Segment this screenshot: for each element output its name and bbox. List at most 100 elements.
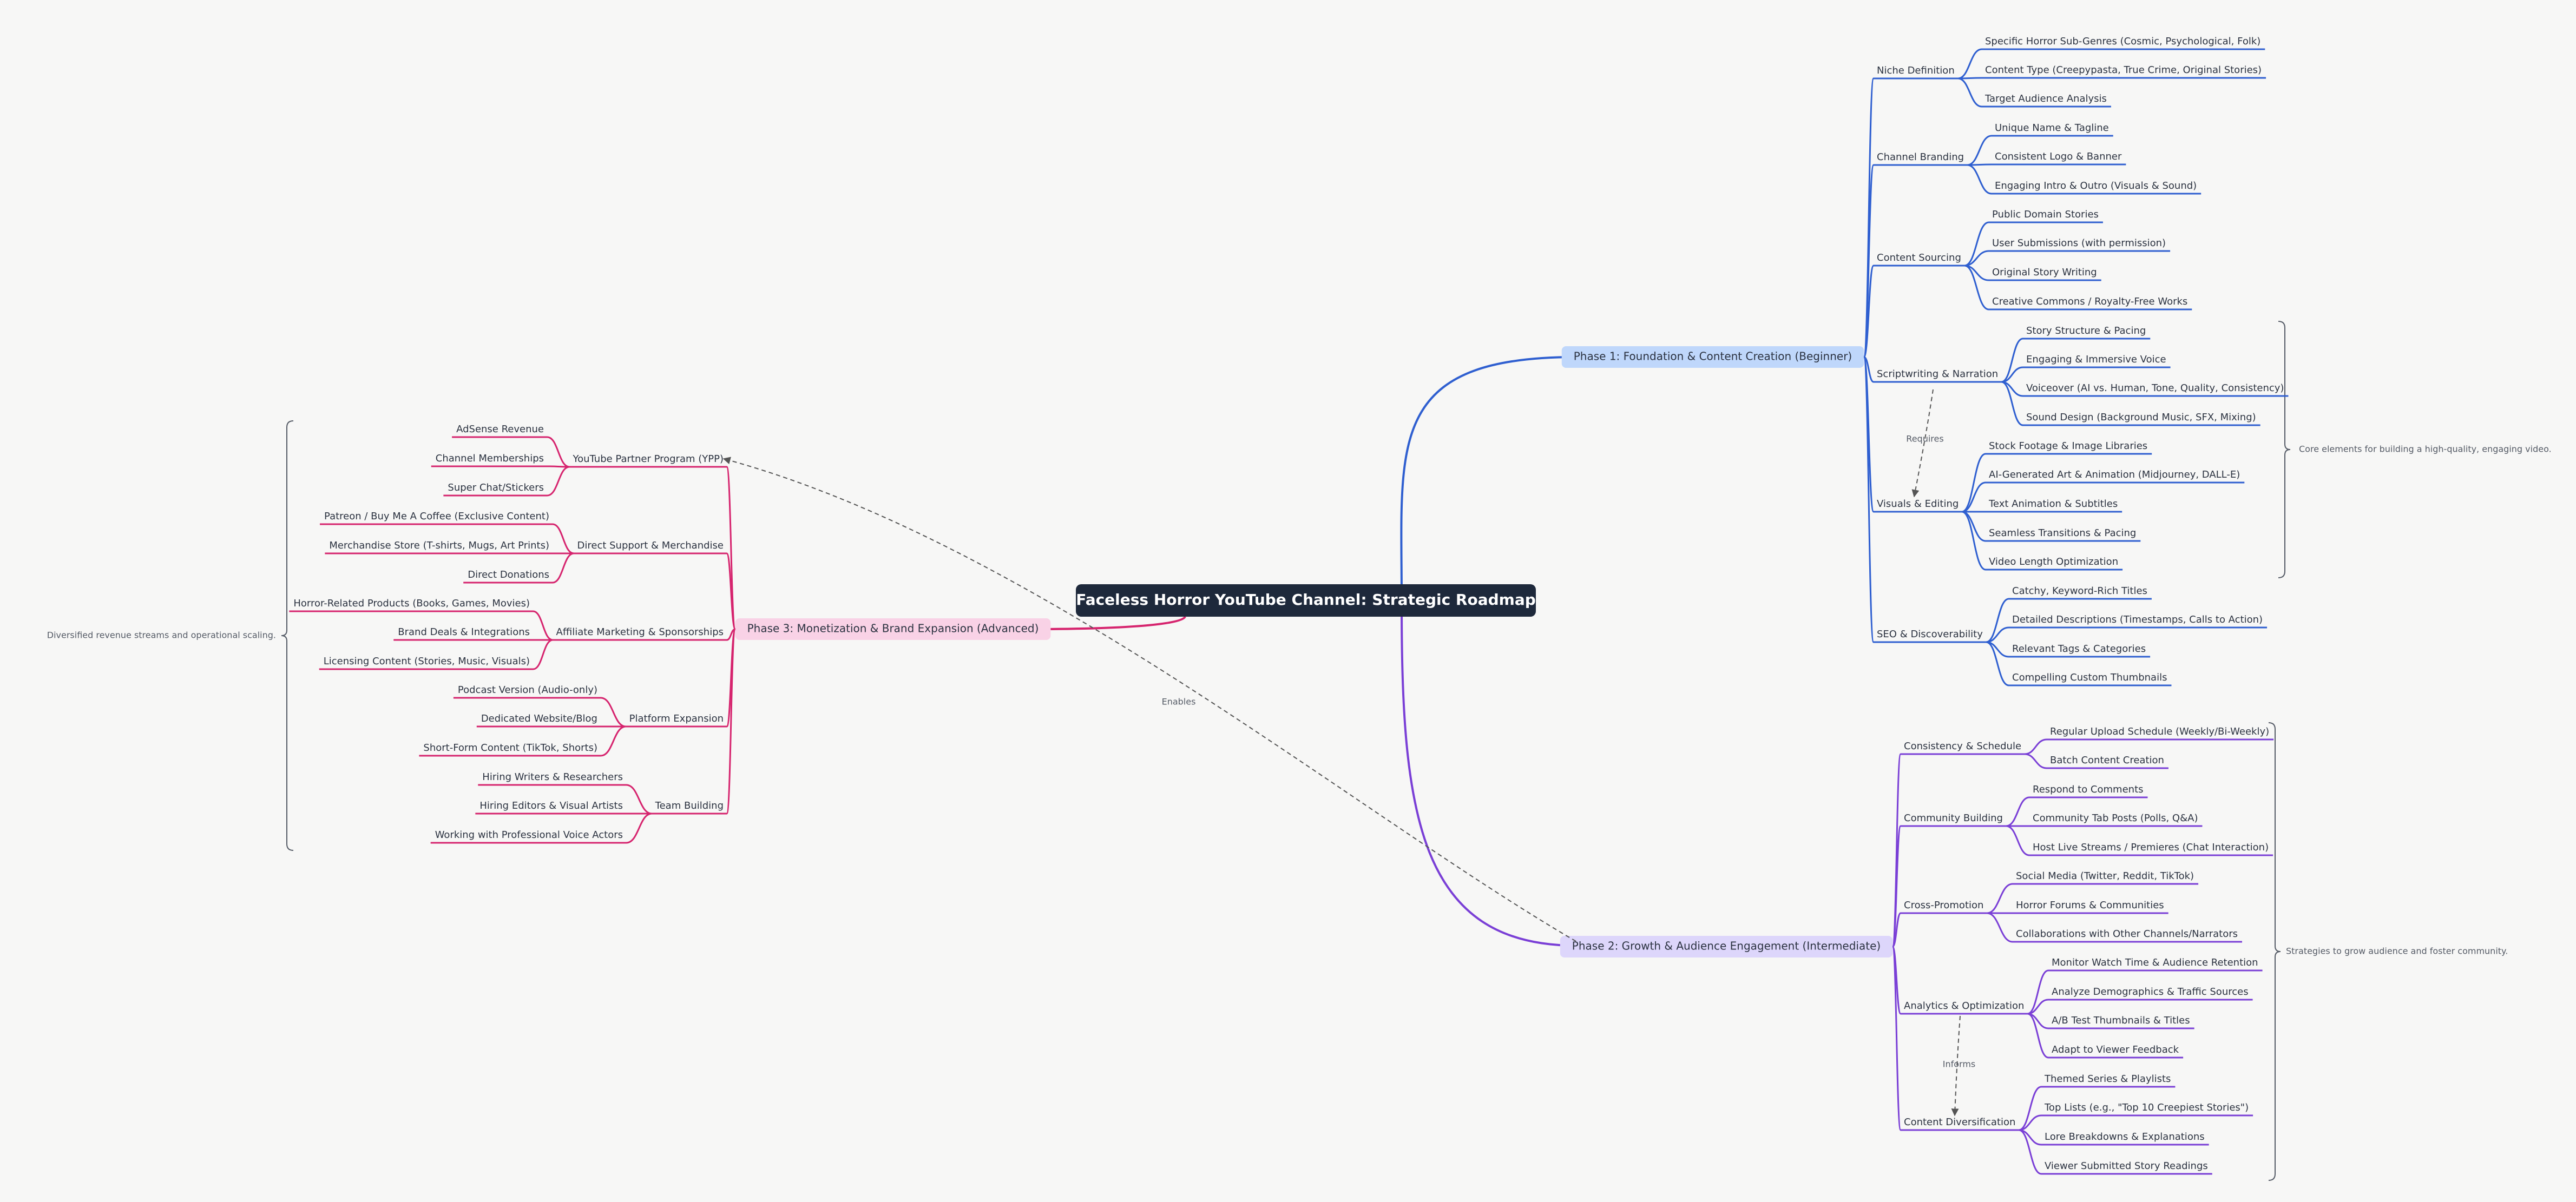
phase3-leaf-link: [533, 610, 553, 641]
phase1-branch-content-sourcing[interactable]: Content Sourcing: [1877, 252, 1961, 263]
phase2-leaf-link: [2024, 753, 2047, 769]
phase3-leaf-item[interactable]: AdSense Revenue: [456, 424, 544, 435]
phase3-branch-affiliate-marketing-sponsorships[interactable]: Affiliate Marketing & Sponsorships: [556, 626, 724, 638]
phase2-leaf-item[interactable]: Community Tab Posts (Polls, Q&A): [2033, 813, 2198, 824]
phase1-leaf-item[interactable]: AI-Generated Art & Animation (Midjourney…: [1989, 469, 2240, 480]
phase1-leaf-item[interactable]: Story Structure & Pacing: [2026, 325, 2146, 336]
phase1-branch-channel-branding[interactable]: Channel Branding: [1877, 151, 1964, 163]
phase3-leaf-item[interactable]: Short-Form Content (TikTok, Shorts): [423, 742, 597, 754]
phase3-leaf-item[interactable]: Hiring Editors & Visual Artists: [479, 800, 623, 811]
phase1-leaf-item[interactable]: Catchy, Keyword-Rich Titles: [2012, 585, 2147, 597]
phase2-leaf-item[interactable]: Social Media (Twitter, Reddit, TikTok): [2016, 870, 2194, 882]
phase2-leaf-item[interactable]: Viewer Submitted Story Readings: [2045, 1160, 2208, 1172]
phase3-leaf-link: [547, 466, 570, 497]
root-title[interactable]: Faceless Horror YouTube Channel: Strateg…: [1076, 591, 1536, 609]
phase3-leaf-item[interactable]: Podcast Version (Audio-only): [458, 684, 597, 696]
phase1-leaf-item[interactable]: Target Audience Analysis: [1984, 93, 2107, 104]
phase2-leaf-link: [1987, 912, 2013, 943]
phase1-leaf-item[interactable]: Specific Horror Sub-Genres (Cosmic, Psyc…: [1985, 36, 2260, 47]
phase2-leaf-item[interactable]: Top Lists (e.g., "Top 10 Creepiest Stori…: [2044, 1102, 2249, 1113]
root-to-phase3-link: [1030, 616, 1186, 630]
phase1-leaf-item[interactable]: Text Animation & Subtitles: [1988, 498, 2118, 510]
phase3-leaf-link: [552, 552, 574, 584]
phase1-leaf-item[interactable]: Video Length Optimization: [1989, 556, 2118, 567]
phase2-leaf-item[interactable]: Respond to Comments: [2033, 784, 2144, 795]
phase2-leaf-link: [1987, 883, 2013, 914]
phase2-node[interactable]: Phase 2: Growth & Audience Engagement (I…: [1560, 936, 1893, 957]
phase1-leaf-item[interactable]: Relevant Tags & Categories: [2012, 643, 2146, 655]
phase3-leaf-item[interactable]: Super Chat/Stickers: [448, 482, 544, 493]
phase1-leaf-link: [1967, 135, 1992, 166]
phase2-leaf-item[interactable]: Regular Upload Schedule (Weekly/Bi-Weekl…: [2050, 726, 2269, 737]
phase2-leaf-link: [2006, 825, 2030, 856]
phase3-leaf-item[interactable]: Horror-Related Products (Books, Games, M…: [293, 598, 530, 609]
phase1-leaf-item[interactable]: Compelling Custom Thumbnails: [2012, 672, 2167, 683]
phase1-leaf-item[interactable]: User Submissions (with permission): [1992, 237, 2166, 249]
phase3-leaf-item[interactable]: Dedicated Website/Blog: [481, 713, 597, 724]
phase3-node[interactable]: Phase 3: Monetization & Brand Expansion …: [735, 618, 1051, 640]
phase2-leaf-link: [2006, 796, 2030, 827]
phase1-leaf-item[interactable]: Original Story Writing: [1992, 267, 2097, 278]
phase2-leaf-item[interactable]: Horror Forums & Communities: [2016, 900, 2164, 911]
phase1-branch-seo-discoverability[interactable]: SEO & Discoverability: [1877, 629, 1983, 640]
phase3-leaf-item[interactable]: Patreon / Buy Me A Coffee (Exclusive Con…: [324, 511, 549, 522]
phase3-leaf-item[interactable]: Channel Memberships: [436, 453, 544, 464]
phase1-leaf-item[interactable]: Public Domain Stories: [1992, 209, 2099, 220]
phase1-node-label: Phase 1: Foundation & Content Creation (…: [1574, 350, 1852, 363]
phase1-summary-bracket: [2278, 321, 2291, 578]
phase3-leaf-item[interactable]: Hiring Writers & Researchers: [482, 771, 623, 783]
phase1-leaf-item[interactable]: Voiceover (AI vs. Human, Tone, Quality, …: [2026, 382, 2284, 394]
phase3-leaf-item[interactable]: Brand Deals & Integrations: [398, 626, 530, 638]
phase3-summary[interactable]: Diversified revenue streams and operatio…: [47, 630, 276, 640]
phase1-leaf-link: [1961, 511, 1986, 542]
phase2-leaf-item[interactable]: Themed Series & Playlists: [2044, 1073, 2171, 1085]
phase2-summary[interactable]: Strategies to grow audience and foster c…: [2286, 946, 2508, 956]
phase1-leaf-link: [1957, 77, 1982, 108]
phase3-branch-youtube-partner-program-ypp[interactable]: YouTube Partner Program (YPP): [573, 453, 724, 465]
phase2-leaf-item[interactable]: Monitor Watch Time & Audience Retention: [2052, 957, 2258, 968]
phase3-branch-direct-support-merchandise[interactable]: Direct Support & Merchandise: [577, 540, 724, 551]
phase2-leaf-item[interactable]: Batch Content Creation: [2050, 755, 2164, 766]
phase3-leaf-link: [552, 523, 574, 554]
phase2-leaf-item[interactable]: Collaborations with Other Channels/Narra…: [2016, 928, 2238, 940]
phase2-leaf-item[interactable]: Host Live Streams / Premieres (Chat Inte…: [2033, 842, 2269, 853]
phase1-leaf-item[interactable]: Engaging Intro & Outro (Visuals & Sound): [1995, 180, 2197, 191]
phase3-branch-team-building[interactable]: Team Building: [655, 800, 724, 811]
informs-label[interactable]: Informs: [1943, 1059, 1976, 1069]
phase2-branch-analytics-optimization[interactable]: Analytics & Optimization: [1904, 1000, 2024, 1012]
phase3-leaf-item[interactable]: Merchandise Store (T-shirts, Mugs, Art P…: [329, 540, 549, 551]
phase1-leaf-item[interactable]: Unique Name & Tagline: [1995, 122, 2109, 134]
phase2-branch-community-building[interactable]: Community Building: [1904, 813, 2003, 824]
phase3-branch-platform-expansion[interactable]: Platform Expansion: [629, 713, 724, 724]
phase1-leaf-link: [1961, 481, 1986, 513]
phase2-leaf-item[interactable]: A/B Test Thumbnails & Titles: [2052, 1015, 2190, 1026]
phase2-branch-consistency-schedule[interactable]: Consistency & Schedule: [1904, 741, 2021, 752]
phase1-leaf-item[interactable]: Stock Footage & Image Libraries: [1989, 440, 2147, 452]
phase1-leaf-item[interactable]: Content Type (Creepypasta, True Crime, O…: [1985, 64, 2262, 76]
phase3-leaf-item[interactable]: Licensing Content (Stories, Music, Visua…: [324, 656, 530, 667]
phase1-branch-niche-definition[interactable]: Niche Definition: [1877, 65, 1955, 76]
phase1-node[interactable]: Phase 1: Foundation & Content Creation (…: [1561, 346, 1864, 368]
root-to-phase1-link: [1400, 356, 1576, 598]
phase3-leaf-item[interactable]: Direct Donations: [468, 569, 549, 580]
phase1-branch-visuals-editing[interactable]: Visuals & Editing: [1877, 498, 1959, 510]
phase2-leaf-item[interactable]: Adapt to Viewer Feedback: [2052, 1044, 2179, 1055]
phase1-leaf-item[interactable]: Engaging & Immersive Voice: [2026, 354, 2166, 365]
phase1-branch-scriptwriting-narration[interactable]: Scriptwriting & Narration: [1877, 368, 1998, 380]
phase1-leaf-item[interactable]: Consistent Logo & Banner: [1995, 151, 2122, 162]
phase2-branch-content-diversification[interactable]: Content Diversification: [1904, 1117, 2015, 1128]
phase1-leaf-link: [1967, 164, 1992, 195]
phase2-leaf-item[interactable]: Lore Breakdowns & Explanations: [2045, 1131, 2205, 1142]
phase3-leaf-link: [626, 813, 652, 844]
phase1-leaf-item[interactable]: Creative Commons / Royalty-Free Works: [1992, 296, 2187, 307]
phase2-leaf-item[interactable]: Analyze Demographics & Traffic Sources: [2052, 986, 2249, 998]
phase1-leaf-item[interactable]: Seamless Transitions & Pacing: [1989, 527, 2136, 539]
phase2-branch-cross-promotion[interactable]: Cross-Promotion: [1904, 900, 1983, 911]
phase1-leaf-item[interactable]: Sound Design (Background Music, SFX, Mix…: [2026, 412, 2256, 423]
phase1-summary[interactable]: Core elements for building a high-qualit…: [2299, 444, 2552, 454]
phase1-leaf-link: [1967, 163, 1992, 166]
phase1-leaf-item[interactable]: Detailed Descriptions (Timestamps, Calls…: [2012, 614, 2263, 625]
requires-label[interactable]: Requires: [1906, 434, 1943, 444]
phase3-leaf-item[interactable]: Working with Professional Voice Actors: [435, 829, 623, 841]
enables-label[interactable]: Enables: [1162, 697, 1196, 707]
